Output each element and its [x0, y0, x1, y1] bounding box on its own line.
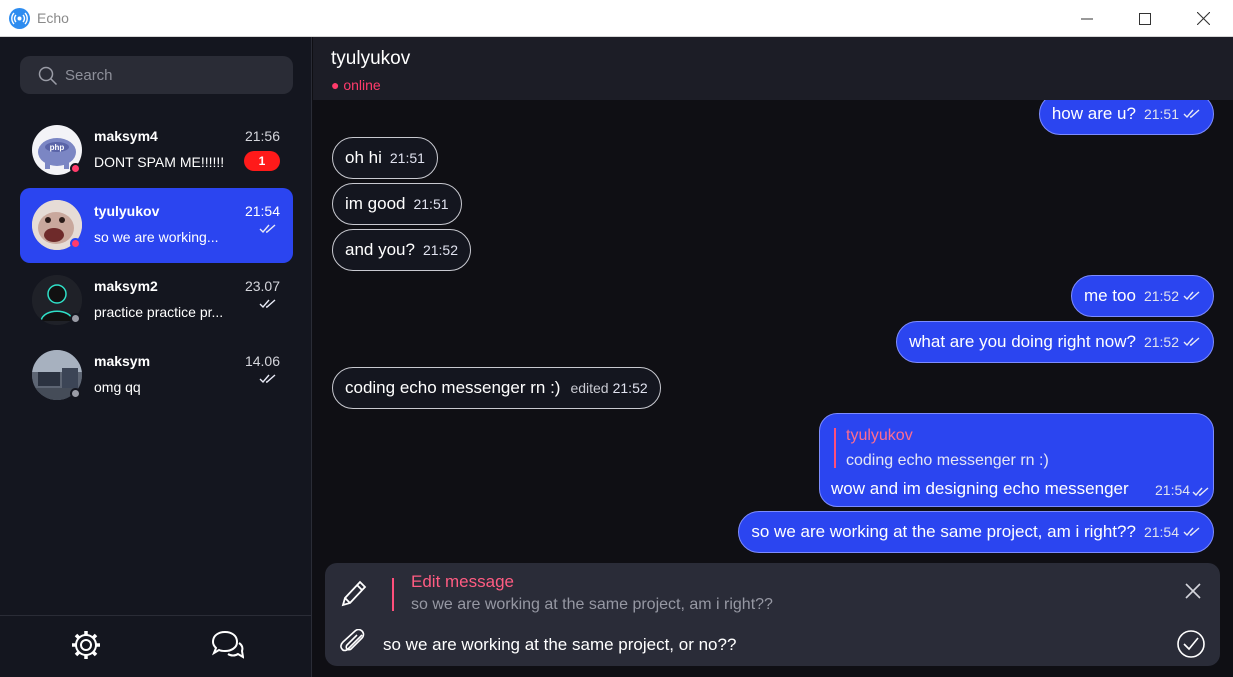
double-check-icon	[1183, 291, 1201, 301]
message-text: me too	[1083, 286, 1136, 305]
message-outgoing[interactable]: how are u? 21:51	[1038, 100, 1214, 135]
gear-icon[interactable]	[70, 629, 102, 661]
online-indicator	[70, 163, 81, 174]
broadcast-icon	[9, 8, 30, 29]
chat-time: 14.06	[244, 353, 280, 369]
offline-indicator	[70, 388, 81, 399]
chat-bubbles-icon[interactable]	[210, 629, 245, 661]
message-time: 21:54	[1143, 524, 1179, 540]
message-text: im good	[345, 194, 406, 213]
message-time: 21:52	[1143, 288, 1179, 304]
message-time: 21:51	[413, 196, 449, 212]
close-icon[interactable]	[1184, 582, 1202, 605]
message-text: so we are working at the same project, a…	[751, 522, 1136, 541]
edit-quote-bar	[392, 578, 394, 611]
reply-quote-bar	[834, 428, 836, 468]
sidebar-footer	[0, 615, 312, 677]
message-incoming[interactable]: and you? 21:52	[332, 229, 471, 271]
pencil-icon	[339, 578, 369, 615]
message-outgoing-reply[interactable]: tyulyukov coding echo messenger rn :) wo…	[819, 413, 1214, 507]
edit-original-text: so we are working at the same project, a…	[411, 596, 773, 613]
message-text: and you?	[345, 240, 415, 259]
double-check-icon	[259, 221, 277, 239]
edited-label: edited	[570, 380, 609, 396]
message-text: how are u?	[1051, 104, 1136, 123]
compose-box: Edit message so we are working at the sa…	[325, 563, 1220, 666]
sidebar: Search php maksym4 21:56 DONT SPAM ME!!!…	[0, 37, 312, 677]
chat-preview: DONT SPAM ME!!!!!!	[94, 154, 225, 170]
offline-indicator	[70, 313, 81, 324]
contact-status: ● online	[331, 77, 381, 93]
message-list[interactable]: how are u? 21:51 oh hi 21:51 im good 21:…	[313, 100, 1233, 560]
chat-name: maksym2	[94, 278, 158, 294]
reply-quoted-text[interactable]: coding echo messenger rn :)	[846, 452, 1049, 470]
chat-preview: so we are working...	[94, 229, 219, 245]
message-input[interactable]	[383, 633, 1163, 657]
message-incoming[interactable]: coding echo messenger rn :) edited 21:52	[332, 367, 661, 409]
chat-preview: omg qq	[94, 379, 141, 395]
message-incoming[interactable]: oh hi 21:51	[332, 137, 438, 179]
chat-item-maksym4[interactable]: php maksym4 21:56 DONT SPAM ME!!!!!! 1	[20, 113, 293, 188]
maximize-button[interactable]	[1116, 0, 1174, 37]
reply-author[interactable]: tyulyukov	[846, 427, 913, 445]
close-window-button[interactable]	[1174, 0, 1232, 37]
message-text: oh hi	[345, 148, 382, 167]
message-text: coding echo messenger rn :)	[345, 378, 561, 397]
message-time: 21:52	[612, 380, 648, 396]
chat-time: 21:54	[244, 203, 280, 219]
contact-name: tyulyukov	[331, 48, 411, 69]
online-indicator	[70, 238, 81, 249]
message-outgoing[interactable]: me too 21:52	[1070, 275, 1214, 317]
paperclip-icon[interactable]	[339, 628, 369, 662]
message-time: 21:52	[1143, 334, 1179, 350]
double-check-icon	[1183, 527, 1201, 537]
message-time: 21:54	[1155, 482, 1191, 498]
chat-item-tyulyukov[interactable]: tyulyukov 21:54 so we are working...	[20, 188, 293, 263]
chat-preview: practice practice pr...	[94, 304, 224, 320]
message-incoming[interactable]: im good 21:51	[332, 183, 462, 225]
svg-text:php: php	[50, 143, 65, 152]
edit-message-title: Edit message	[411, 572, 514, 591]
chat-header: tyulyukov ● online	[313, 37, 1233, 100]
minimize-button[interactable]	[1058, 0, 1116, 37]
message-text: what are you doing right now?	[909, 332, 1136, 351]
double-check-icon	[1183, 109, 1201, 119]
double-check-icon	[1192, 484, 1210, 502]
double-check-icon	[1183, 337, 1201, 347]
title-bar: Echo	[0, 0, 1233, 37]
double-check-icon	[259, 296, 277, 314]
app-title: Echo	[37, 10, 69, 26]
message-time: 21:52	[422, 242, 458, 258]
chat-item-maksym2[interactable]: maksym2 23.07 practice practice pr...	[20, 263, 293, 338]
message-time: 21:51	[389, 150, 425, 166]
double-check-icon	[259, 371, 277, 389]
chat-time: 23.07	[244, 278, 280, 294]
chat-time: 21:56	[244, 128, 280, 144]
search-box[interactable]: Search	[20, 56, 293, 94]
chat-name: maksym4	[94, 128, 158, 144]
message-time: 21:51	[1143, 106, 1179, 122]
search-placeholder: Search	[65, 67, 113, 84]
message-outgoing[interactable]: what are you doing right now? 21:52	[896, 321, 1214, 363]
chat-name: tyulyukov	[94, 203, 160, 219]
unread-badge: 1	[244, 151, 280, 171]
confirm-check-icon[interactable]	[1176, 629, 1206, 664]
search-icon	[38, 66, 58, 91]
chat-panel: tyulyukov ● online how are u? 21:51 oh h…	[313, 37, 1233, 677]
message-outgoing[interactable]: so we are working at the same project, a…	[738, 511, 1214, 553]
message-text: wow and im designing echo messenger	[831, 479, 1129, 498]
chat-item-maksym[interactable]: maksym 14.06 omg qq	[20, 338, 293, 413]
chat-name: maksym	[94, 353, 151, 369]
